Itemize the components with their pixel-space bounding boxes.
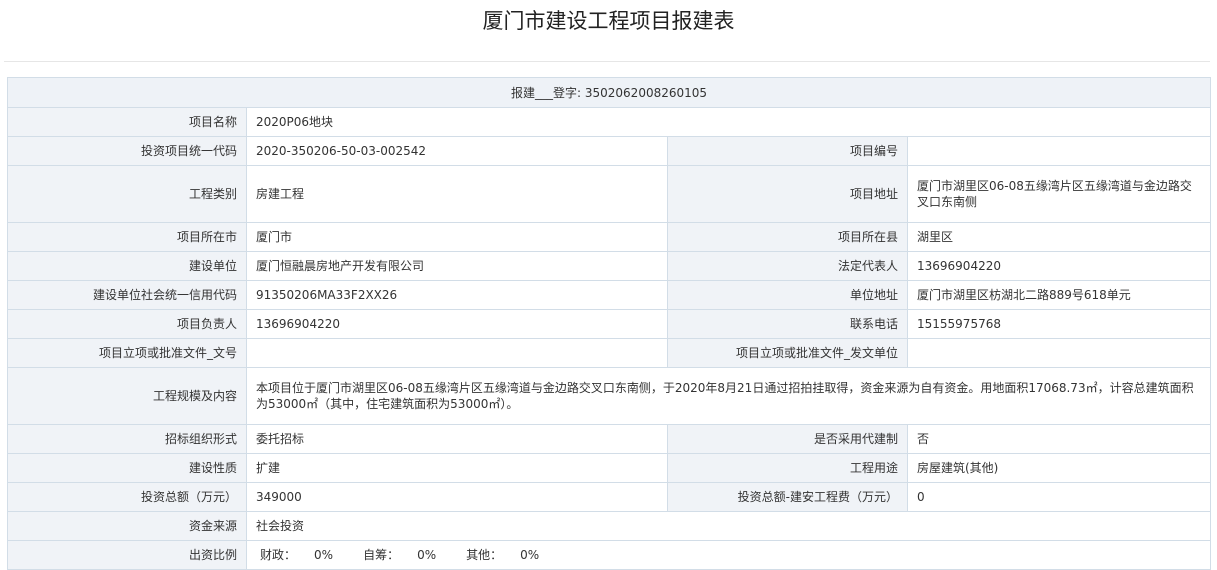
registration-label: 报建___登字:	[511, 85, 582, 100]
total-invest-value: 349000	[246, 482, 668, 512]
page-title: 厦门市建设工程项目报建表	[482, 9, 735, 33]
approval-issuer-value	[906, 338, 1212, 368]
table-row: 项目名称 2020P06地块	[7, 107, 1212, 137]
project-address-value: 厦门市湖里区06-08五缘湾片区五缘湾道与金边路交叉口东南侧	[906, 165, 1212, 223]
credit-code-label: 建设单位社会统一信用代码	[7, 280, 247, 310]
table-row: 工程类别 房建工程 项目地址 厦门市湖里区06-08五缘湾片区五缘湾道与金边路交…	[7, 165, 1212, 223]
bid-form-label: 招标组织形式	[7, 424, 247, 454]
fiscal-label: 财政：	[260, 548, 297, 562]
project-address-label: 项目地址	[667, 165, 908, 223]
total-invest-label: 投资总额（万元）	[7, 482, 247, 512]
table-row: 项目所在市 厦门市 项目所在县 湖里区	[7, 222, 1212, 252]
credit-code-value: 91350206MA33F2XX26	[246, 280, 668, 310]
project-no-value	[906, 136, 1212, 166]
self-raised-label: 自筹：	[363, 548, 400, 562]
phone-label: 联系电话	[667, 309, 908, 339]
builder-label: 建设单位	[7, 251, 247, 281]
approval-doc-no-value	[246, 338, 668, 368]
bid-form-value: 委托招标	[246, 424, 668, 454]
county-label: 项目所在县	[667, 222, 908, 252]
table-row: 招标组织形式 委托招标 是否采用代建制 否	[7, 424, 1212, 454]
fiscal-value: 0%	[314, 548, 334, 562]
registration-row: 报建___登字: 3502062008260105	[6, 77, 1212, 108]
table-row: 项目立项或批准文件_文号 项目立项或批准文件_发文单位	[7, 338, 1212, 368]
scale-label: 工程规模及内容	[7, 367, 247, 425]
fund-ratio-label: 出资比例	[7, 540, 247, 570]
agent-system-value: 否	[906, 424, 1212, 454]
agent-system-label: 是否采用代建制	[667, 424, 908, 454]
invest-code-label: 投资项目统一代码	[7, 136, 247, 166]
table-row: 出资比例 财政： 0% 自筹： 0% 其他： 0%	[7, 540, 1212, 570]
table-row: 投资项目统一代码 2020-350206-50-03-002542 项目编号	[7, 136, 1212, 166]
table-row: 项目负责人 13696904220 联系电话 15155975768	[7, 309, 1212, 339]
builder-value: 厦门恒融晨房地产开发有限公司	[246, 251, 668, 281]
unit-address-label: 单位地址	[667, 280, 908, 310]
nature-label: 建设性质	[7, 453, 247, 483]
scale-value: 本项目位于厦门市湖里区06-08五缘湾片区五缘湾道与金边路交叉口东南侧，于202…	[245, 367, 1212, 425]
table-row: 投资总额（万元） 349000 投资总额-建安工程费（万元） 0	[7, 482, 1212, 512]
install-cost-value: 0	[906, 482, 1212, 512]
other-value: 0%	[520, 548, 540, 562]
registration-number: 3502062008260105	[584, 85, 708, 100]
registration-cell: 报建___登字: 3502062008260105	[6, 77, 1212, 108]
approval-issuer-label: 项目立项或批准文件_发文单位	[667, 338, 908, 368]
project-no-label: 项目编号	[667, 136, 908, 166]
nature-value: 扩建	[246, 453, 668, 483]
title-divider	[4, 61, 1210, 62]
project-name-value: 2020P06地块	[245, 107, 1212, 137]
self-raised-value: 0%	[417, 548, 437, 562]
fund-source-value: 社会投资	[245, 511, 1212, 541]
other-label: 其他：	[466, 548, 503, 562]
unit-address-value: 厦门市湖里区枋湖北二路889号618单元	[906, 280, 1212, 310]
city-value: 厦门市	[246, 222, 668, 252]
table-row: 建设性质 扩建 工程用途 房屋建筑(其他)	[7, 453, 1212, 483]
approval-doc-no-label: 项目立项或批准文件_文号	[7, 338, 247, 368]
legal-rep-value: 13696904220	[906, 251, 1212, 281]
usage-value: 房屋建筑(其他)	[906, 453, 1212, 483]
project-name-label: 项目名称	[7, 107, 247, 137]
table-row: 资金来源 社会投资	[7, 511, 1212, 541]
install-cost-label: 投资总额-建安工程费（万元）	[667, 482, 908, 512]
invest-code-value: 2020-350206-50-03-002542	[246, 136, 668, 166]
fund-ratio-cell: 财政： 0% 自筹： 0% 其他： 0%	[245, 540, 1212, 570]
project-registration-table: 报建___登字: 3502062008260105 项目名称 2020P06地块…	[6, 77, 1212, 570]
county-value: 湖里区	[906, 222, 1212, 252]
phone-value: 15155975768	[906, 309, 1212, 339]
table-row: 工程规模及内容 本项目位于厦门市湖里区06-08五缘湾片区五缘湾道与金边路交叉口…	[7, 367, 1212, 425]
table-row: 建设单位 厦门恒融晨房地产开发有限公司 法定代表人 13696904220	[7, 251, 1212, 281]
project-type-label: 工程类别	[7, 165, 247, 223]
legal-rep-label: 法定代表人	[667, 251, 908, 281]
fund-source-label: 资金来源	[7, 511, 247, 541]
project-leader-value: 13696904220	[246, 309, 668, 339]
usage-label: 工程用途	[667, 453, 908, 483]
table-row: 建设单位社会统一信用代码 91350206MA33F2XX26 单位地址 厦门市…	[7, 280, 1212, 310]
project-leader-label: 项目负责人	[7, 309, 247, 339]
project-type-value: 房建工程	[246, 165, 668, 223]
city-label: 项目所在市	[7, 222, 247, 252]
